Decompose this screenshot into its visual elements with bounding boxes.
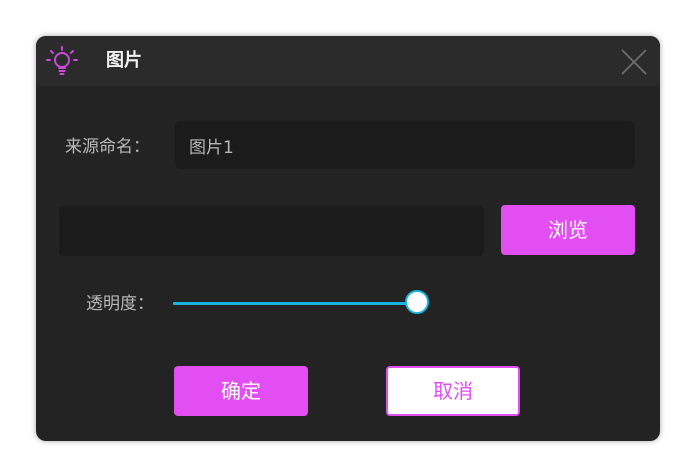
opacity-slider-track [173, 302, 418, 305]
opacity-label: 透明度： [86, 294, 154, 314]
title-bar: 图片 [36, 36, 660, 86]
browse-button[interactable]: 浏览 [501, 205, 635, 255]
cancel-button[interactable]: 取消 [386, 366, 520, 416]
confirm-button[interactable]: 确定 [174, 366, 308, 416]
source-name-label: 来源命名： [65, 137, 150, 157]
close-icon[interactable] [620, 48, 648, 76]
lightbulb-icon [46, 46, 78, 75]
file-path-input[interactable] [59, 206, 484, 256]
image-source-dialog: 图片 来源命名： 浏览 透明度： 确定 取消 [36, 36, 660, 441]
opacity-slider[interactable] [173, 287, 433, 319]
opacity-slider-handle[interactable] [405, 290, 430, 314]
source-name-input[interactable] [175, 121, 635, 169]
dialog-title: 图片 [106, 50, 142, 71]
